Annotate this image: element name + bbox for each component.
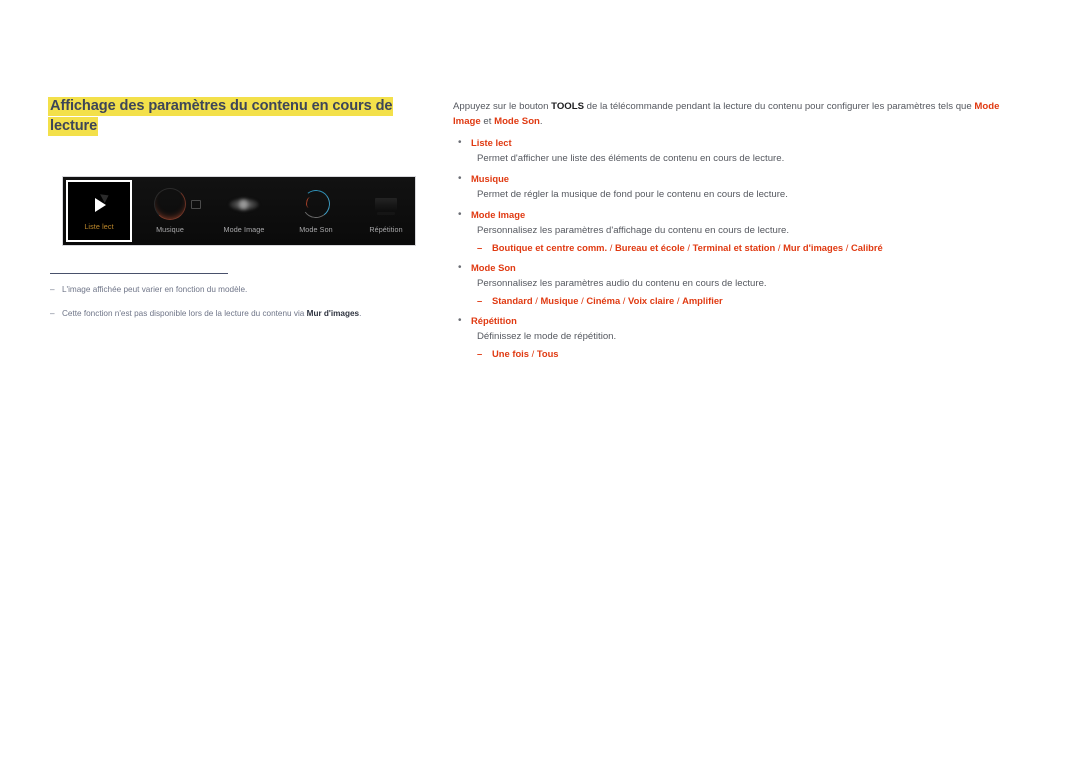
device-osd-screenshot: Liste lect Musique Mode Image Mode Son R… xyxy=(62,176,416,246)
setting-label: Mode Son xyxy=(471,262,516,274)
osd-item-mode-son[interactable]: Mode Son xyxy=(280,177,352,245)
play-triangle-icon xyxy=(68,188,130,222)
sound-dial-icon xyxy=(280,183,352,225)
setting-description: Permet d'afficher une liste des éléments… xyxy=(477,153,785,165)
repeat-chip-icon xyxy=(352,183,415,225)
osd-item-liste-lect[interactable]: Liste lect xyxy=(66,180,132,242)
setting-options: Boutique et centre comm. / Bureau et éco… xyxy=(492,241,883,255)
page-title-line-2: lecture xyxy=(48,117,99,136)
option-separator: / xyxy=(607,242,615,254)
osd-item-repetition[interactable]: Répétition xyxy=(352,177,415,245)
option-value: Bureau et école xyxy=(614,242,685,254)
tools-button-name: TOOLS xyxy=(551,101,585,112)
notes-divider xyxy=(50,273,228,274)
option-value: Amplifier xyxy=(682,295,723,307)
setting-header: • Répétition xyxy=(453,314,1015,328)
notes-block: – L'image affichée peut varier en foncti… xyxy=(50,273,410,332)
sub-dash-icon: – xyxy=(477,242,483,254)
option-separator: / xyxy=(528,348,537,360)
sub-dash-icon: – xyxy=(477,348,483,360)
setting-options-row: – Boutique et centre comm. / Bureau et é… xyxy=(477,238,1015,255)
option-separator: / xyxy=(684,242,693,254)
music-knob-icon xyxy=(132,183,208,225)
note-text-tail: . xyxy=(359,309,362,318)
setting-item-repetition: • Répétition Définissez le mode de répét… xyxy=(453,314,1015,361)
bullet-icon: • xyxy=(458,262,462,274)
setting-options: Une fois / Tous xyxy=(492,347,559,361)
osd-label-liste-lect: Liste lect xyxy=(84,221,114,231)
osd-label-musique: Musique xyxy=(156,225,184,234)
note-text-bold: Mur d'images xyxy=(306,309,360,318)
setting-options: Standard / Musique / Cinéma / Voix clair… xyxy=(492,294,723,308)
option-value: Musique xyxy=(540,295,579,307)
option-separator: / xyxy=(674,295,683,307)
option-value: Calibré xyxy=(850,242,883,254)
note-dash: – xyxy=(50,285,55,294)
setting-label: Mode Image xyxy=(471,209,526,221)
setting-description: Personnalisez les paramètres audio du co… xyxy=(477,278,767,290)
option-value: Voix claire xyxy=(628,295,675,307)
osd-item-musique[interactable]: Musique xyxy=(132,177,208,245)
bullet-icon: • xyxy=(458,315,462,327)
intro-part-3: et xyxy=(480,116,495,128)
option-value: Standard xyxy=(492,295,533,307)
bullet-icon: • xyxy=(458,137,462,149)
setting-label: Musique xyxy=(471,173,510,185)
setting-description: Personnalisez les paramètres d'affichage… xyxy=(477,225,790,237)
setting-item-mode-image: • Mode Image Personnalisez les paramètre… xyxy=(453,208,1015,255)
note-item: – Cette fonction n'est pas disponible lo… xyxy=(50,308,410,320)
right-column: Appuyez sur le bouton TOOLS de la téléco… xyxy=(453,99,1015,361)
intro-part-4: . xyxy=(539,116,543,128)
setting-description: Permet de régler la musique de fond pour… xyxy=(477,189,788,201)
repeat-chip-glyph xyxy=(375,197,397,215)
option-separator: / xyxy=(775,242,784,254)
bullet-icon: • xyxy=(458,209,462,221)
picture-mode-icon xyxy=(208,183,280,225)
osd-label-mode-image: Mode Image xyxy=(223,225,265,234)
setting-header: • Mode Image xyxy=(453,208,1015,222)
page-title-line-1: Affichage des paramètres du contenu en c… xyxy=(48,97,394,116)
music-mini-square-icon xyxy=(191,200,201,209)
note-dash: – xyxy=(50,309,55,318)
osd-item-mode-image[interactable]: Mode Image xyxy=(208,177,280,245)
setting-header: • Musique xyxy=(453,172,1015,186)
intro-ref-mode-son: Mode Son xyxy=(494,116,540,128)
setting-description: Définissez le mode de répétition. xyxy=(477,331,617,343)
osd-label-mode-son: Mode Son xyxy=(299,225,333,234)
setting-header: • Mode Son xyxy=(453,261,1015,275)
option-value: Tous xyxy=(536,348,559,360)
note-text: Cette fonction n'est pas disponible lors… xyxy=(62,308,410,320)
option-separator: / xyxy=(843,242,851,254)
setting-options-row: – Une fois / Tous xyxy=(477,344,1015,361)
music-knob-ring xyxy=(154,188,201,220)
left-column: Affichage des paramètres du contenu en c… xyxy=(48,96,420,318)
sound-dial-glyph xyxy=(300,188,332,220)
setting-item-musique: • Musique Permet de régler la musique de… xyxy=(453,172,1015,202)
setting-item-liste-lect: • Liste lect Permet d'afficher une liste… xyxy=(453,136,1015,166)
sub-dash-icon: – xyxy=(477,295,483,307)
intro-part-1: Appuyez sur le bouton xyxy=(453,101,552,112)
option-value: Une fois xyxy=(492,348,529,360)
osd-toolbar: Liste lect Musique Mode Image Mode Son R… xyxy=(63,177,415,245)
intro-part-2: de la télécommande pendant la lecture du… xyxy=(584,101,975,112)
manual-page: Affichage des paramètres du contenu en c… xyxy=(0,0,1080,763)
option-value: Mur d'images xyxy=(783,242,844,254)
note-text: L'image affichée peut varier en fonction… xyxy=(62,285,248,294)
page-title: Affichage des paramètres du contenu en c… xyxy=(48,96,420,136)
option-value: Boutique et centre comm. xyxy=(492,242,608,254)
setting-options-row: – Standard / Musique / Cinéma / Voix cla… xyxy=(477,291,1015,308)
setting-label: Répétition xyxy=(471,315,517,327)
option-separator: / xyxy=(620,295,629,307)
picture-mode-glyph xyxy=(229,197,259,211)
osd-label-repetition: Répétition xyxy=(369,225,403,234)
note-item: – L'image affichée peut varier en foncti… xyxy=(50,284,410,296)
option-value: Terminal et station xyxy=(692,242,776,254)
setting-item-mode-son: • Mode Son Personnalisez les paramètres … xyxy=(453,261,1015,308)
intro-paragraph: Appuyez sur le bouton TOOLS de la téléco… xyxy=(453,99,1015,129)
setting-header: • Liste lect xyxy=(453,136,1015,150)
note-text-body: Cette fonction n'est pas disponible lors… xyxy=(62,309,307,318)
bullet-icon: • xyxy=(458,173,462,185)
option-value: Cinéma xyxy=(586,295,621,307)
setting-label: Liste lect xyxy=(471,137,512,149)
